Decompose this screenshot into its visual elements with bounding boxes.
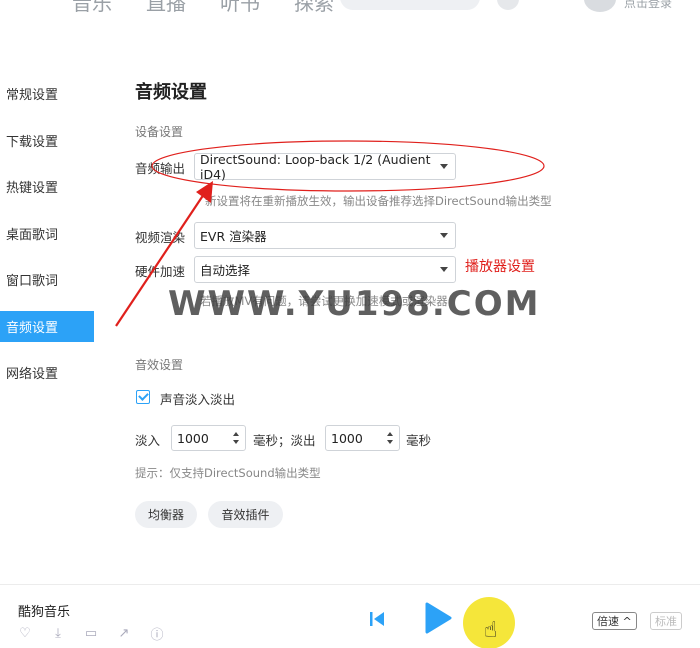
top-nav: 音乐 直播 听书 探索 [72, 0, 334, 16]
chevron-up-icon: ^ [619, 614, 632, 628]
play-icon[interactable] [424, 602, 452, 634]
audio-output-select[interactable]: DirectSound: Loop-back 1/2 (Audient iD4) [194, 151, 456, 182]
player-bar: 酷狗音乐 ♡ ⤓ ▭ ↗ ⓘ ☝ 倍速 ^ 标准 [0, 584, 700, 648]
settings-sidebar: 常规设置 下载设置 热键设置 桌面歌词 窗口歌词 音频设置 网络设置 [0, 78, 94, 404]
increment-icon[interactable] [387, 432, 393, 436]
sidebar-item-network[interactable]: 网络设置 [0, 357, 94, 388]
fade-out-value: 1000 [331, 430, 363, 446]
decrement-icon[interactable] [387, 440, 393, 444]
share-icon[interactable]: ↗ [115, 625, 133, 641]
audio-output-label: 音频输出 [135, 161, 186, 176]
annotation-overlay [115, 140, 545, 327]
output-hint: 新设置将在重新播放生效，输出设备推荐选择DirectSound输出类型 [205, 194, 552, 208]
nav-explore[interactable]: 探索 [294, 0, 334, 16]
watermark: WWW.YU198.COM [168, 284, 541, 324]
search-input[interactable] [340, 0, 480, 10]
player-actions: ♡ ⤓ ▭ ↗ ⓘ [16, 625, 166, 643]
fade-in-value: 1000 [177, 430, 209, 446]
fade-checkbox-label: 声音淡入淡出 [160, 392, 236, 407]
increment-icon[interactable] [233, 432, 239, 436]
chevron-down-icon [440, 233, 448, 238]
fade-checkbox[interactable] [136, 390, 150, 404]
chevron-down-icon [440, 267, 448, 272]
comment-icon[interactable]: ▭ [82, 625, 100, 641]
effects-section-title: 音效设置 [135, 358, 184, 372]
hw-accel-label: 硬件加速 [135, 264, 186, 279]
effects-plugin-button[interactable]: 音效插件 [208, 501, 283, 528]
hw-accel-select[interactable]: 自动选择 [194, 256, 456, 283]
info-icon[interactable]: ⓘ [148, 625, 166, 643]
nav-music[interactable]: 音乐 [72, 0, 112, 16]
avatar[interactable] [584, 0, 616, 12]
heart-icon[interactable]: ♡ [16, 625, 34, 641]
video-render-label: 视频渲染 [135, 230, 186, 245]
fade-out-stepper[interactable]: 1000 [325, 425, 400, 451]
sidebar-item-download[interactable]: 下载设置 [0, 125, 94, 156]
hw-accel-value: 自动选择 [200, 263, 251, 278]
sidebar-item-hotkey[interactable]: 热键设置 [0, 171, 94, 202]
previous-icon[interactable] [368, 610, 386, 628]
fade-in-stepper[interactable]: 1000 [171, 425, 246, 451]
recognize-icon[interactable] [497, 0, 519, 10]
speed-button[interactable]: 倍速 ^ [592, 612, 637, 630]
chevron-down-icon [440, 164, 448, 169]
speed-button-label: 倍速 [597, 615, 619, 628]
sidebar-item-general[interactable]: 常规设置 [0, 78, 94, 109]
login-link[interactable]: 点击登录 [624, 0, 672, 11]
page-title: 音频设置 [135, 82, 207, 103]
sidebar-item-window-lyrics[interactable]: 窗口歌词 [0, 264, 94, 295]
video-render-value: EVR 渲染器 [200, 229, 267, 244]
download-icon[interactable]: ⤓ [49, 625, 67, 641]
quality-button-label: 标准 [655, 615, 677, 628]
hand-cursor-icon: ☝ [484, 618, 498, 643]
nav-live[interactable]: 直播 [146, 0, 186, 16]
player-title: 酷狗音乐 [18, 605, 71, 620]
fade-out-label: 毫秒；淡出 [253, 433, 316, 448]
device-section-title: 设备设置 [135, 125, 184, 139]
fade-in-label: 淡入 [135, 433, 161, 448]
tip-text: 提示：仅支持DirectSound输出类型 [135, 466, 321, 480]
video-render-select[interactable]: EVR 渲染器 [194, 222, 456, 249]
nav-audiobook[interactable]: 听书 [220, 0, 260, 16]
audio-output-value: DirectSound: Loop-back 1/2 (Audient iD4) [200, 151, 431, 182]
sidebar-item-audio[interactable]: 音频设置 [0, 310, 94, 342]
ms-label: 毫秒 [406, 433, 432, 448]
decrement-icon[interactable] [233, 440, 239, 444]
quality-button[interactable]: 标准 [650, 612, 682, 630]
equalizer-button[interactable]: 均衡器 [135, 501, 197, 528]
annotation-label: 播放器设置 [465, 259, 535, 275]
sidebar-item-desktop-lyrics[interactable]: 桌面歌词 [0, 218, 94, 249]
